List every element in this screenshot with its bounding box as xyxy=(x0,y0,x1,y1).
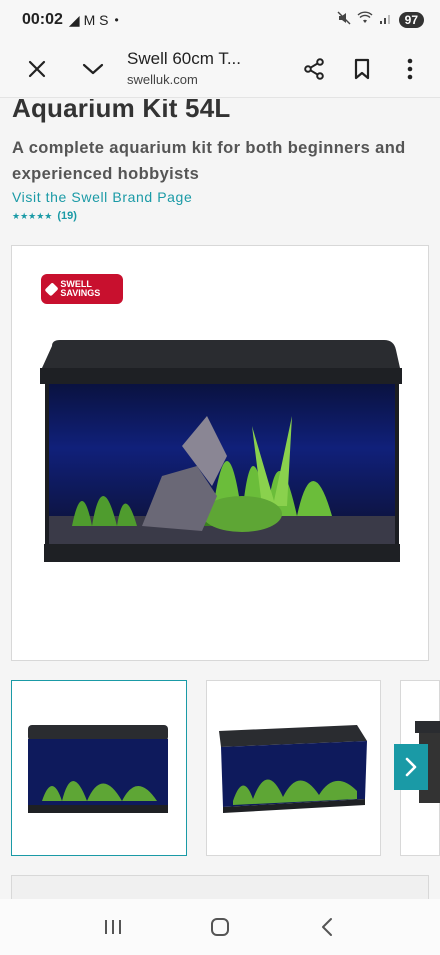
aquarium-image xyxy=(40,340,402,562)
signal-icon xyxy=(379,11,393,30)
review-count: (19) xyxy=(57,210,77,222)
page-title-tab: Swell 60cm T... xyxy=(127,49,242,68)
status-dot: • xyxy=(114,13,119,27)
product-subtitle: A complete aquarium kit for both beginne… xyxy=(12,139,406,183)
brand-page-link[interactable]: Visit the Swell Brand Page xyxy=(12,189,192,205)
status-time: 00:02 xyxy=(22,11,63,28)
thumbnail-strip xyxy=(0,680,440,856)
browser-toolbar: Swell 60cm T... swelluk.com xyxy=(0,40,440,98)
domain-label: swelluk.com xyxy=(127,72,198,88)
thumbnail-2[interactable] xyxy=(206,680,381,856)
back-icon[interactable] xyxy=(297,903,357,951)
thumbnail-2-image xyxy=(219,725,367,813)
main-product-image[interactable]: Swell Savings xyxy=(11,245,429,661)
next-thumbnail-button[interactable] xyxy=(394,744,428,790)
product-title: Aquarium Kit 54L xyxy=(12,99,231,123)
system-nav-bar xyxy=(0,899,440,955)
close-icon[interactable] xyxy=(13,45,61,93)
rating[interactable]: ★★★★★ (19) xyxy=(12,210,77,222)
chevron-down-icon[interactable] xyxy=(69,45,117,93)
battery-indicator: 97 xyxy=(398,12,424,28)
bookmark-icon[interactable] xyxy=(338,45,386,93)
share-icon[interactable] xyxy=(290,45,338,93)
home-icon[interactable] xyxy=(190,903,250,951)
thumbnail-1-image xyxy=(28,725,168,813)
url-bar[interactable]: Swell 60cm T... swelluk.com xyxy=(127,49,290,88)
status-bar: 00:02 ◢ M S • 97 xyxy=(0,0,440,40)
rating-stars: ★★★★★ xyxy=(12,210,53,221)
page-content: Aquarium Kit 54L A complete aquarium kit… xyxy=(0,99,440,899)
next-section-card xyxy=(11,875,429,899)
thumbnail-1[interactable] xyxy=(11,680,187,856)
wifi-icon xyxy=(357,10,373,30)
more-vert-icon[interactable] xyxy=(386,45,434,93)
mute-icon xyxy=(337,11,351,30)
recent-apps-icon[interactable] xyxy=(83,903,143,951)
chevron-right-icon xyxy=(405,757,417,777)
notification-icons: ◢ M S xyxy=(68,11,109,28)
